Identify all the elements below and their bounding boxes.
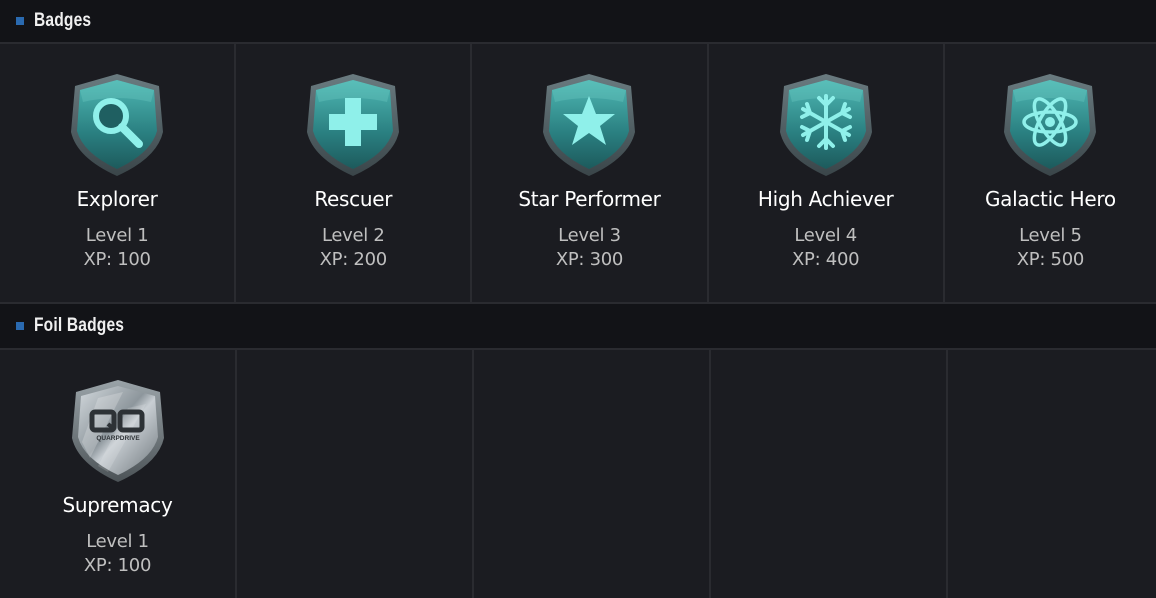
section-header-badges: Badges [0,0,1156,44]
quarpdrive-logo-icon: QUARPDRIVE [71,380,164,482]
badge-xp: XP: 200 [319,249,388,270]
badge-card-star-performer[interactable]: Star Performer Level 3 XP: 300 [472,44,709,302]
badge-xp: XP: 100 [83,555,152,576]
empty-badge-slot [237,350,474,598]
badge-name: Star Performer [518,187,661,211]
badge-level: Level 5 [1019,225,1082,246]
badge-level: Level 2 [321,225,385,246]
badge-name: Galactic Hero [984,187,1116,211]
star-icon [543,74,636,176]
badge-level: Level 1 [85,225,149,246]
badge-card-high-achiever[interactable]: High Achiever Level 4 XP: 400 [708,44,945,302]
badge-xp: XP: 400 [792,249,860,270]
badge-card-galactic-hero[interactable]: Galactic Hero Level 5 XP: 500 [944,44,1156,302]
badge-xp: XP: 500 [1016,249,1085,270]
badge-card-explorer[interactable]: Explorer Level 1 XP: 100 [0,44,237,302]
empty-badge-slot [474,350,711,598]
badge-xp: XP: 100 [83,249,151,270]
section-marker [16,17,24,25]
badge-xp: XP: 300 [555,249,624,270]
section-marker [16,322,24,330]
empty-badge-slot [711,350,948,598]
plus-icon [307,74,400,176]
badge-card-rescuer[interactable]: Rescuer Level 2 XP: 200 [236,44,473,302]
badge-name: Rescuer [314,187,393,211]
badge-name: Explorer [76,187,158,211]
svg-text:QUARPDRIVE: QUARPDRIVE [96,435,140,442]
section-title: Foil Badges [34,315,125,336]
section-header-foil-badges: Foil Badges [0,302,1156,350]
foil-badge-grid: QUARPDRIVE Supremacy Level 1 XP: 100 [0,350,1156,598]
snowflake-icon [779,74,872,176]
badge-level: Level 1 [86,531,149,552]
badge-name: High Achiever [757,187,894,211]
section-title: Badges [34,10,92,31]
badge-card-supremacy[interactable]: QUARPDRIVE Supremacy Level 1 XP: 100 [0,350,237,598]
atom-icon [1004,74,1097,176]
empty-badge-slot [948,350,1156,598]
magnifier-icon [71,74,164,176]
badge-level: Level 4 [794,225,857,246]
badge-name: Supremacy [62,493,173,517]
badge-level: Level 3 [558,225,621,246]
badge-grid: Explorer Level 1 XP: 100 Rescuer Level 2… [0,44,1156,302]
